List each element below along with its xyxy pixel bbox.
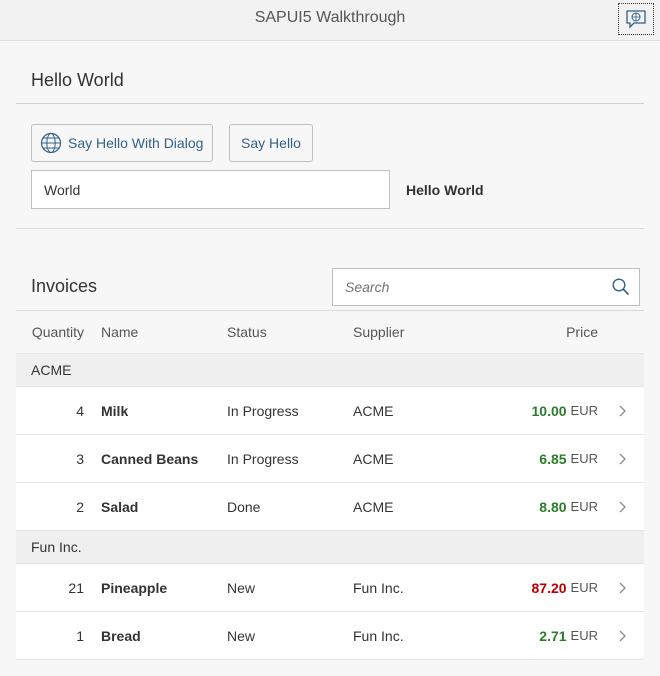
price-currency: EUR (570, 451, 598, 466)
row-status: New (227, 579, 256, 596)
shell-bar: SAPUI5 Walkthrough (0, 0, 660, 41)
price-value: 8.80 (539, 498, 567, 515)
invoices-title: Invoices (31, 276, 98, 296)
row-supplier: ACME (353, 402, 394, 419)
world-icon (40, 132, 62, 154)
row-quantity: 1 (76, 627, 84, 644)
comment-help-icon (626, 10, 646, 29)
invoice-table: Quantity Name Status Supplier Price ACME… (16, 310, 644, 660)
row-price: 6.85 EUR (466, 435, 598, 482)
navigation-icon (612, 387, 632, 434)
col-status: Status (227, 324, 267, 340)
app-title: SAPUI5 Walkthrough (254, 9, 406, 26)
row-price: 87.20 EUR (466, 564, 599, 611)
say-hello-label: Say Hello (241, 135, 301, 151)
row-name: Canned Beans (101, 450, 199, 467)
say-hello-button[interactable]: Say Hello (229, 124, 313, 162)
col-supplier: Supplier (353, 324, 405, 340)
price-currency: EUR (570, 403, 598, 418)
row-status: In Progress (227, 402, 299, 419)
say-hello-dialog-label: Say Hello With Dialog (68, 135, 204, 151)
panel-divider (16, 103, 644, 104)
table-row[interactable]: 4 Milk In Progress ACME 10.00 EUR (16, 387, 644, 435)
col-name: Name (101, 324, 139, 340)
price-currency: EUR (570, 580, 598, 595)
price-value: 6.85 (539, 450, 567, 467)
row-supplier: ACME (353, 450, 394, 467)
row-status: In Progress (227, 450, 299, 467)
navigation-icon (612, 612, 632, 659)
row-supplier: Fun Inc. (353, 579, 404, 596)
table-row[interactable]: 3 Canned Beans In Progress ACME 6.85 EUR (16, 435, 644, 483)
table-row[interactable]: 1 Bread New Fun Inc. 2.71 EUR (16, 612, 644, 660)
row-price: 10.00 EUR (466, 387, 599, 434)
navigation-icon (612, 483, 632, 530)
group-header: ACME (16, 354, 644, 387)
section-divider (16, 228, 644, 229)
price-value: 10.00 (531, 402, 567, 419)
search-input[interactable] (333, 269, 627, 305)
row-quantity: 2 (76, 498, 84, 515)
table-row[interactable]: 2 Salad Done ACME 8.80 EUR (16, 483, 644, 531)
price-currency: EUR (570, 628, 598, 643)
col-price: Price (566, 324, 598, 340)
row-supplier: ACME (353, 498, 394, 515)
panel-title: Hello World (31, 70, 124, 90)
search-field[interactable] (332, 268, 640, 306)
search-icon[interactable] (612, 278, 630, 296)
price-value: 87.20 (531, 579, 567, 596)
row-name: Pineapple (101, 579, 168, 596)
table-header: Quantity Name Status Supplier Price (16, 310, 644, 354)
row-status: New (227, 627, 256, 644)
row-quantity: 21 (68, 579, 84, 596)
row-price: 8.80 EUR (466, 483, 598, 530)
name-input[interactable] (31, 170, 390, 209)
row-supplier: Fun Inc. (353, 627, 404, 644)
row-name: Bread (101, 627, 141, 644)
group-header: Fun Inc. (16, 531, 644, 564)
price-value: 2.71 (539, 627, 567, 644)
row-price: 2.71 EUR (466, 612, 598, 659)
navigation-icon (612, 435, 632, 482)
table-row[interactable]: 21 Pineapple New Fun Inc. 87.20 EUR (16, 564, 644, 612)
row-name: Salad (101, 498, 139, 515)
greeting-text: Hello World (406, 182, 484, 198)
price-currency: EUR (570, 499, 598, 514)
row-quantity: 3 (76, 450, 84, 467)
row-name: Milk (101, 402, 129, 419)
help-button[interactable] (618, 3, 654, 35)
row-quantity: 4 (76, 402, 84, 419)
say-hello-dialog-button[interactable]: Say Hello With Dialog (31, 124, 213, 162)
col-quantity: Quantity (31, 324, 84, 340)
navigation-icon (612, 564, 632, 611)
row-status: Done (227, 498, 261, 515)
